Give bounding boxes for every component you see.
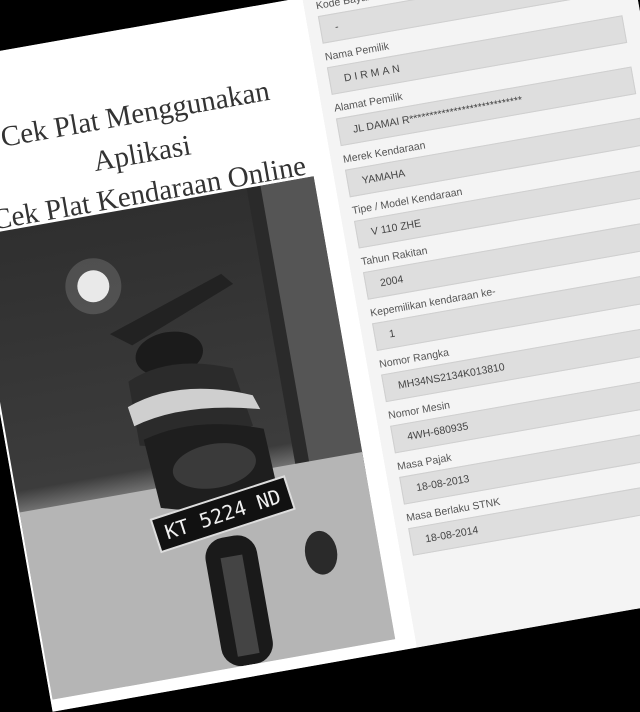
motorcycle-illustration: KT 5224 ND: [19, 176, 396, 700]
screenshot-sheet: Cek Plat Menggunakan Aplikasi Cek Plat K…: [0, 0, 640, 712]
lamp-glow: [65, 258, 122, 315]
motorcycle-photo: KT 5224 ND: [0, 176, 396, 700]
